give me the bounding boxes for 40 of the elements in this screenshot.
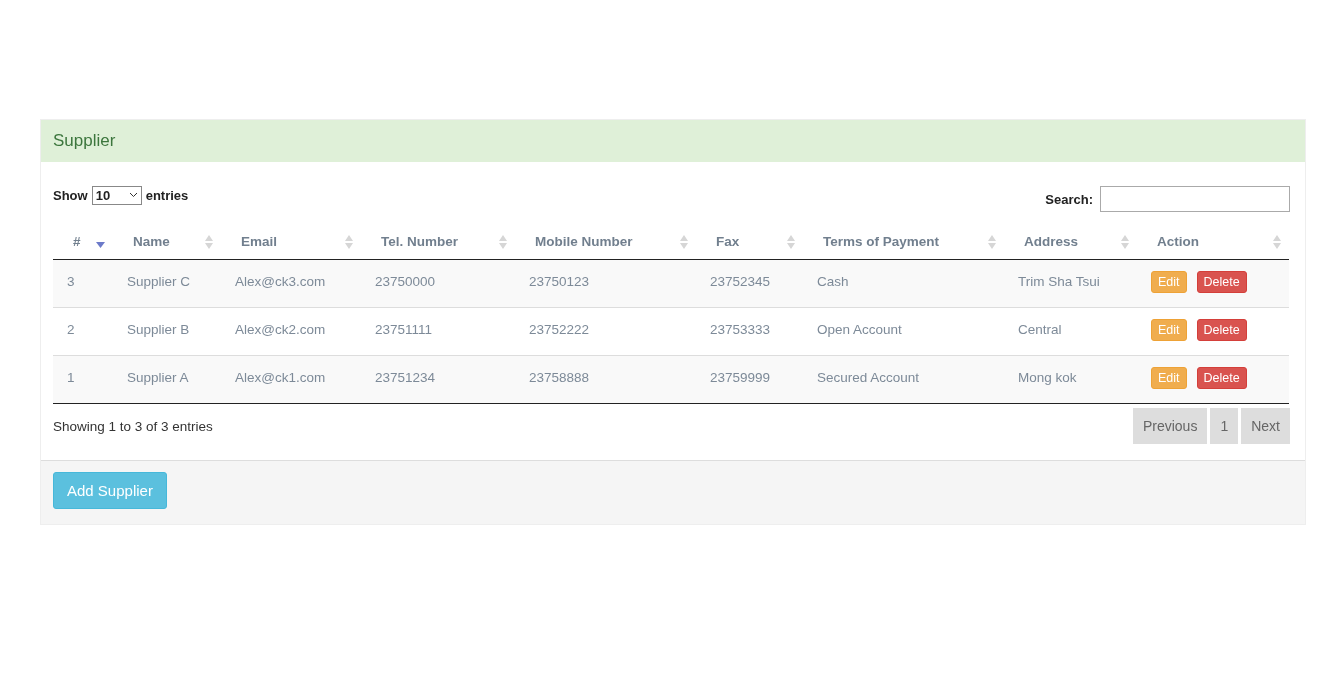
table-cell: 23758888 — [515, 355, 696, 404]
column-header[interactable]: Fax — [696, 224, 803, 260]
panel-title: Supplier — [53, 131, 116, 150]
delete-button[interactable]: Delete — [1196, 367, 1247, 389]
table-cell: 23750000 — [361, 259, 515, 308]
entries-label: entries — [145, 187, 189, 203]
column-header[interactable]: Address — [1004, 224, 1137, 260]
search-label: Search: — [1045, 191, 1093, 207]
pagination-button[interactable]: Previous — [1132, 408, 1208, 444]
pagination-button[interactable]: Next — [1241, 408, 1290, 444]
table-cell: 23752345 — [696, 259, 803, 308]
table-cell: 1 — [53, 355, 113, 404]
table-cell: Alex@ck3.com — [221, 259, 361, 308]
column-header[interactable]: Name — [113, 224, 221, 260]
pagination-button[interactable]: 1 — [1210, 408, 1239, 444]
delete-button[interactable]: Delete — [1196, 271, 1247, 293]
show-label: Show — [53, 187, 88, 203]
entries-select[interactable]: 10 — [91, 185, 142, 205]
column-header[interactable]: Tel. Number — [361, 224, 515, 260]
table-cell: Alex@ck1.com — [221, 355, 361, 404]
table-cell: Cash — [803, 259, 1004, 308]
table-cell: 23759999 — [696, 355, 803, 404]
add-supplier-button[interactable]: Add Supplier — [53, 472, 167, 509]
table-cell: Supplier C — [113, 259, 221, 308]
table-cell: Trim Sha Tsui — [1004, 259, 1137, 308]
table-cell: 3 — [53, 259, 113, 308]
table-info: Showing 1 to 3 of 3 entries — [53, 418, 213, 434]
delete-button[interactable]: Delete — [1196, 319, 1247, 341]
column-header[interactable]: # — [53, 224, 113, 260]
table-cell: 23751234 — [361, 355, 515, 404]
table-cell: Mong kok — [1004, 355, 1137, 404]
column-header[interactable]: Email — [221, 224, 361, 260]
column-header[interactable]: Mobile Number — [515, 224, 696, 260]
column-header[interactable]: Terms of Payment — [803, 224, 1004, 260]
table-cell: Secured Account — [803, 355, 1004, 404]
chevron-down-icon — [128, 192, 138, 198]
table-cell: Supplier A — [113, 355, 221, 404]
column-header[interactable]: Action — [1137, 224, 1289, 260]
search-field[interactable] — [1100, 186, 1290, 212]
table-cell: 23750123 — [515, 259, 696, 308]
